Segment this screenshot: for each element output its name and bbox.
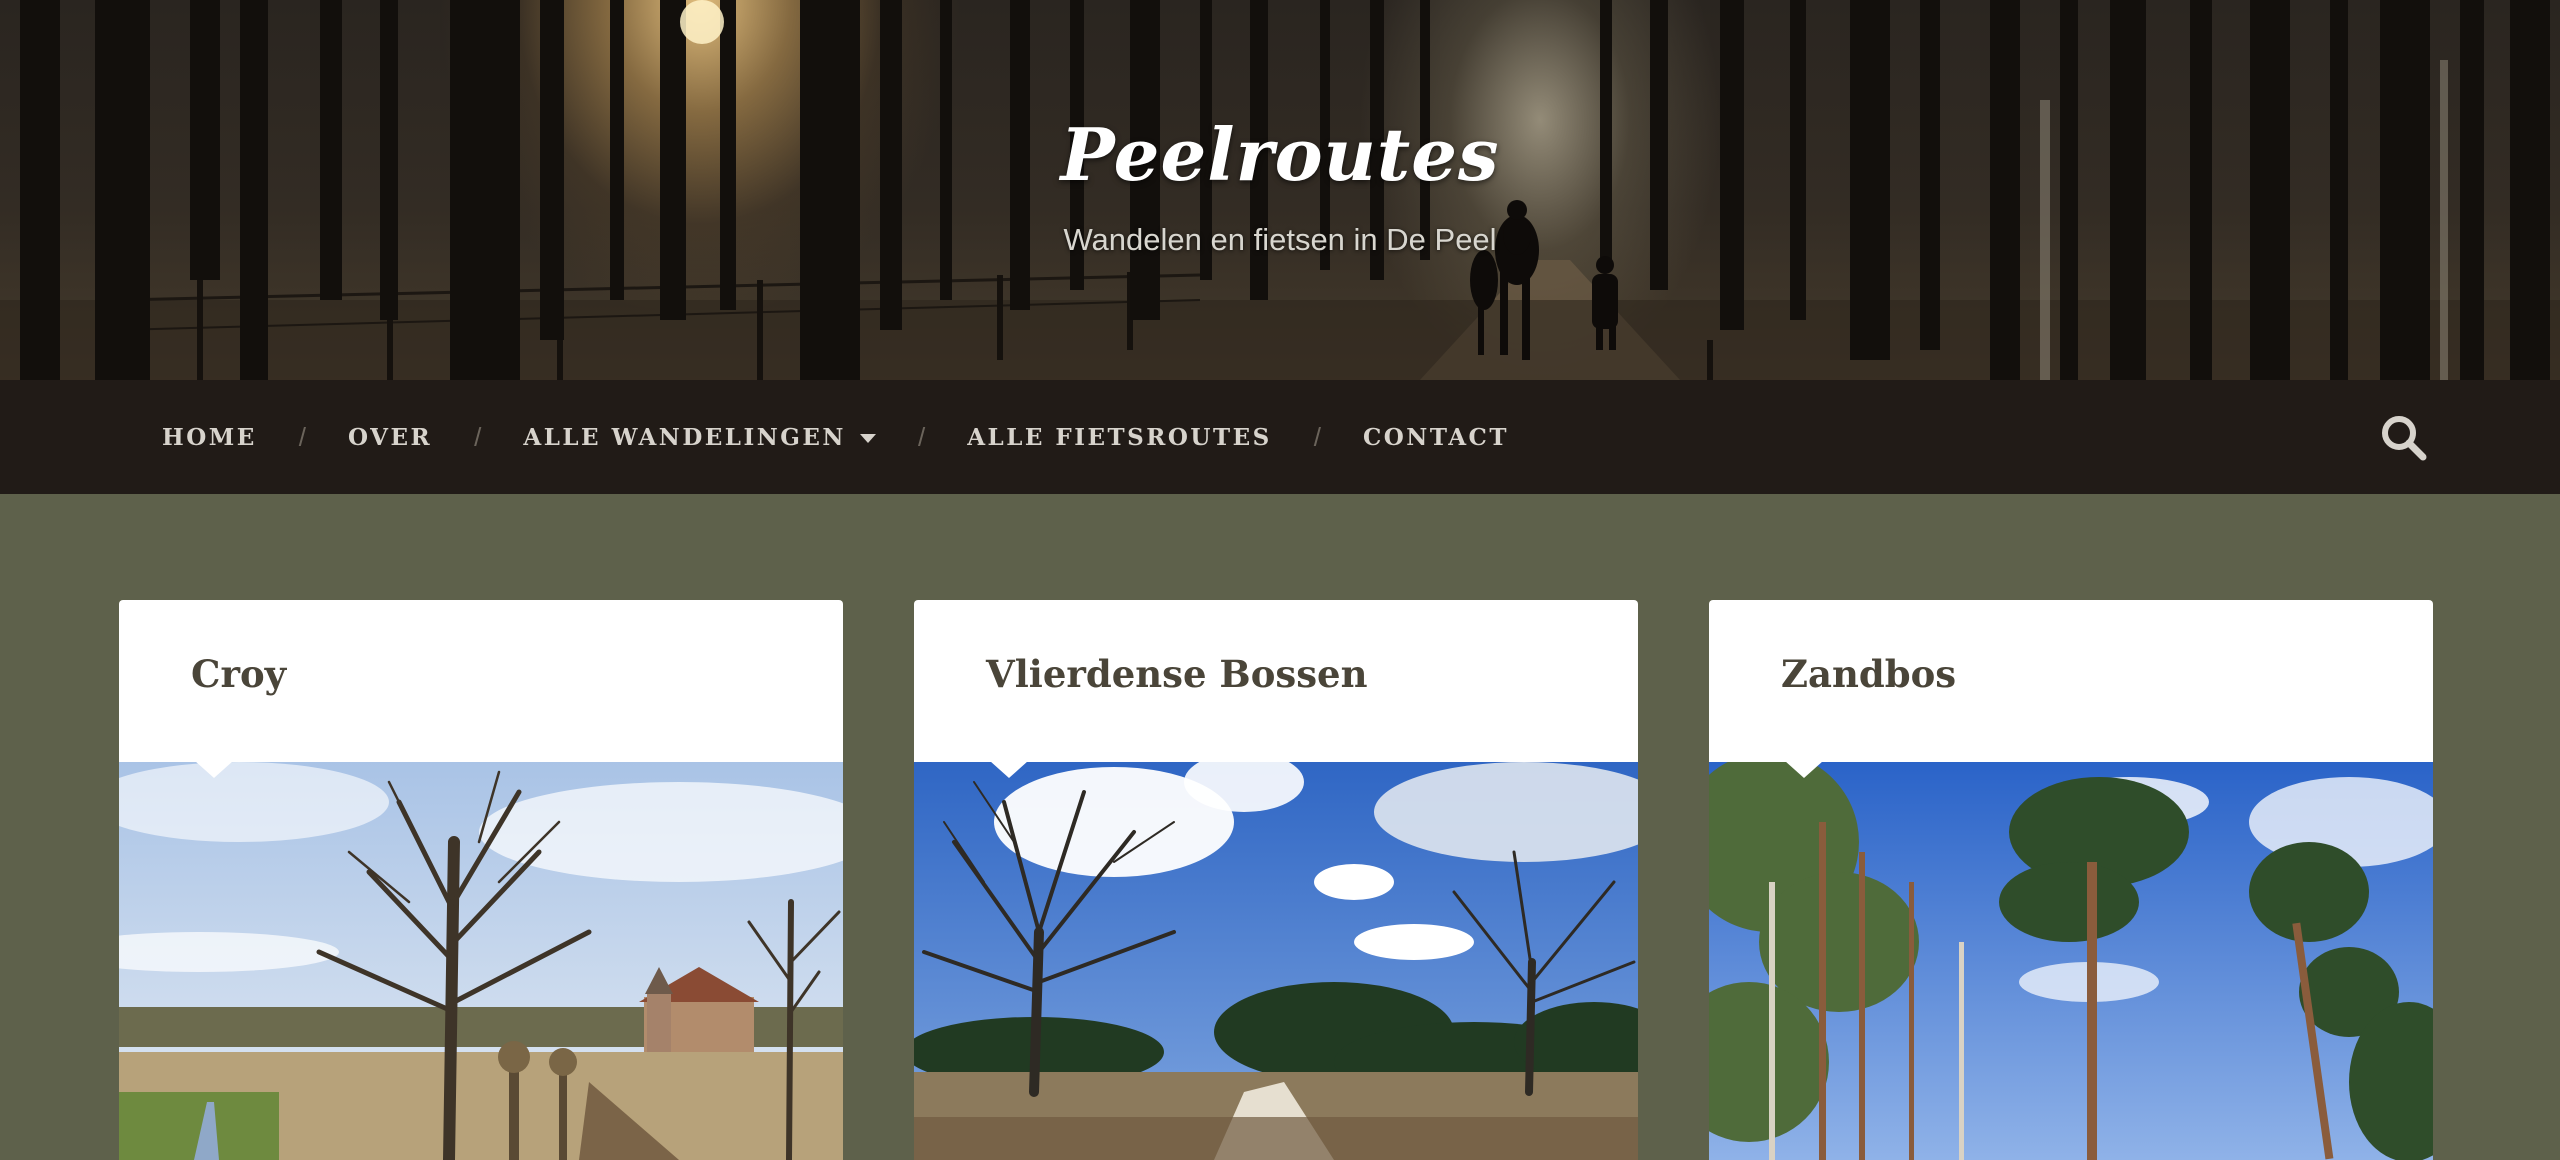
nav-separator: / <box>298 421 306 452</box>
main-navigation: Home / Over / Alle wandelingen / Alle fi… <box>0 380 2560 494</box>
post-thumbnail-croy[interactable] <box>119 762 843 1160</box>
post-card[interactable]: Vlierdense Bossen <box>914 600 1638 1160</box>
nav-item-home[interactable]: Home <box>162 424 257 451</box>
search-icon <box>2382 416 2427 461</box>
nav-item-alle-fietsroutes[interactable]: Alle fietsroutes <box>967 424 1272 451</box>
card-pointer <box>1785 761 1823 778</box>
site-tagline: Wandelen en fietsen in De Peel <box>1063 222 1497 257</box>
nav-item-label: Alle wandelingen <box>523 423 846 451</box>
nav-separator: / <box>917 421 926 452</box>
post-title[interactable]: Vlierdense Bossen <box>986 652 1367 696</box>
nav-separator: / <box>474 421 482 452</box>
card-pointer <box>990 761 1028 778</box>
search-button[interactable] <box>2380 414 2428 462</box>
card-pointer <box>195 761 233 778</box>
nav-item-over[interactable]: Over <box>348 424 432 451</box>
post-card[interactable]: Croy <box>119 600 843 1160</box>
site-header-banner: Peelroutes Wandelen en fietsen in De Pee… <box>0 0 2560 380</box>
nav-item-alle-wandelingen[interactable]: Alle wandelingen <box>523 424 876 451</box>
post-thumbnail-vlierdense-bossen[interactable] <box>914 762 1638 1160</box>
post-card[interactable]: Zandbos <box>1709 600 2433 1160</box>
post-title[interactable]: Croy <box>191 652 286 696</box>
nav-separator: / <box>1313 421 1321 452</box>
nav-item-contact[interactable]: Contact <box>1363 424 1509 451</box>
nav-menu: Home / Over / Alle wandelingen / Alle fi… <box>162 380 1509 494</box>
chevron-down-icon <box>859 433 876 443</box>
site-title[interactable]: Peelroutes <box>0 112 2560 197</box>
post-title[interactable]: Zandbos <box>1781 652 1956 696</box>
post-thumbnail-zandbos[interactable] <box>1709 762 2433 1160</box>
